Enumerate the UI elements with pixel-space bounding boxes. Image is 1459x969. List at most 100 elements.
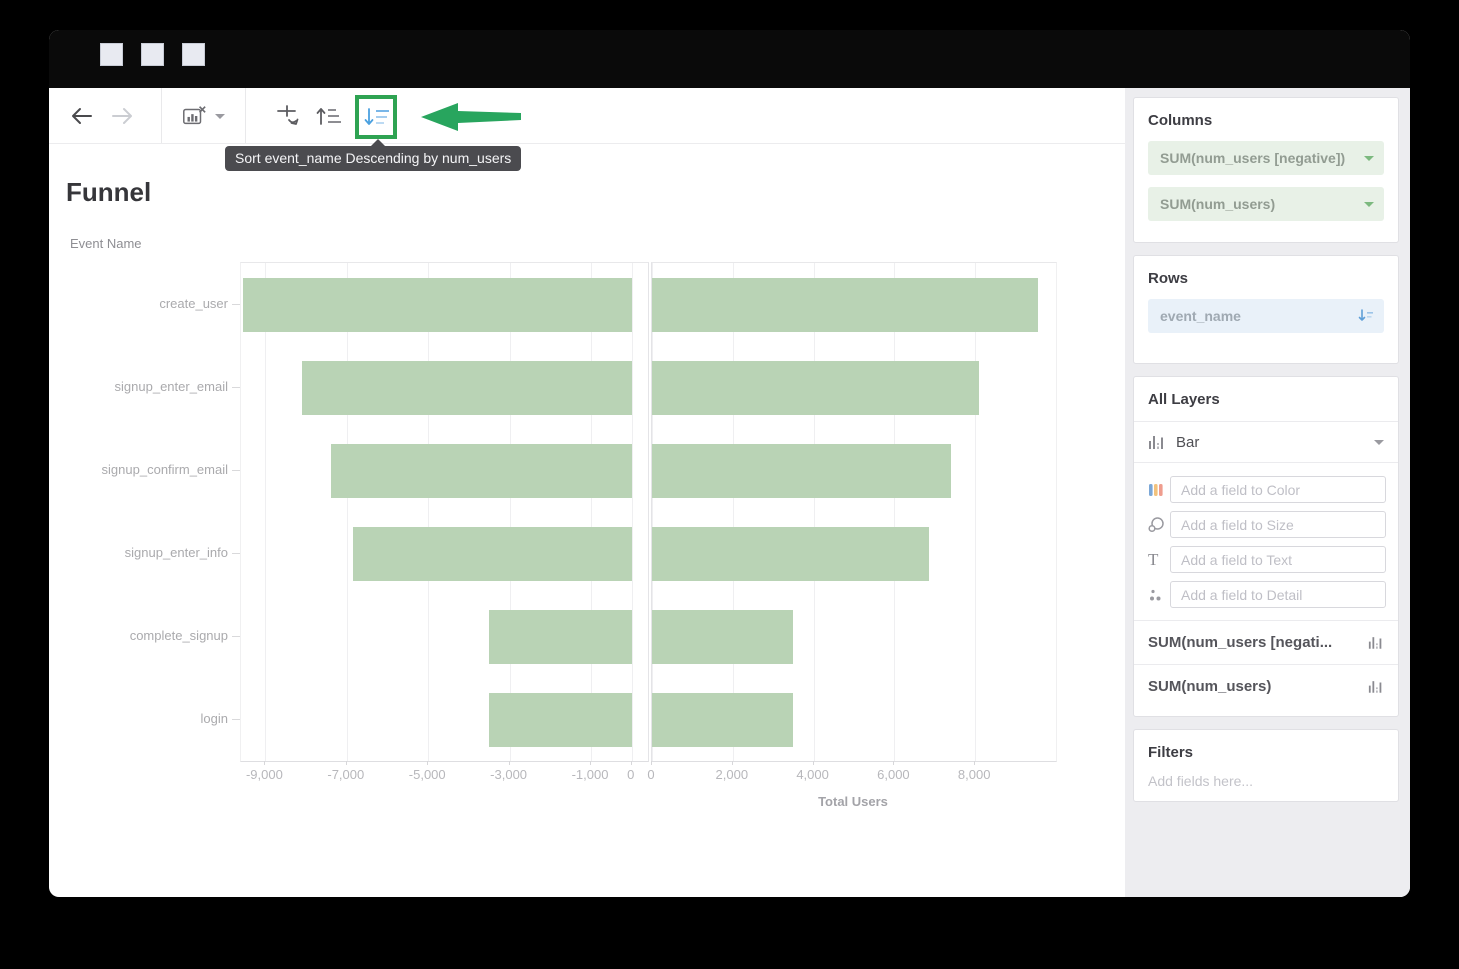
clear-sheet-icon [181,103,207,129]
bar-mark-signup_enter_info[interactable] [353,527,632,581]
filters-shelf: Filters Add fields here... [1133,729,1399,802]
x-axis-tick-mark [590,761,591,765]
pill-sum-num-users-negative[interactable]: SUM(num_users [negative]) [1148,141,1384,175]
x-axis-tick-label: -7,000 [327,767,364,782]
pill-label: event_name [1160,308,1241,324]
sort-tooltip: Sort event_name Descending by num_users [225,146,521,171]
bar-mark-signup_enter_email[interactable] [302,361,632,415]
chevron-down-icon[interactable] [1364,156,1374,161]
measure-label: SUM(num_users) [1148,678,1368,695]
gridline [265,263,266,761]
bar-mark-signup_enter_email[interactable] [652,361,979,415]
size-icon [1148,516,1170,533]
y-axis-tick [232,719,240,720]
detail-icon [1148,587,1170,603]
sort-ascending-icon [315,104,341,128]
x-axis-tick-label: -5,000 [409,767,446,782]
gridline [652,263,653,761]
color-field-row [1134,472,1398,507]
chevron-down-icon[interactable] [1374,440,1384,445]
text-field-input[interactable] [1170,546,1386,573]
forward-icon [109,103,135,129]
back-button[interactable] [69,103,95,129]
pill-event-name[interactable]: event_name [1148,299,1384,333]
swap-axes-icon [275,103,301,129]
bar-mark-create_user[interactable] [652,278,1038,332]
window-button-1[interactable] [100,43,123,66]
chevron-down-icon [215,114,225,119]
pane-right [651,262,1057,762]
x-axis-tick-mark [732,761,733,765]
rows-shelf: Rows event_name [1133,255,1399,364]
filters-placeholder[interactable]: Add fields here... [1134,761,1398,789]
x-axis-title: Total Users [818,794,888,809]
bar-mark-signup_enter_info[interactable] [652,527,929,581]
y-axis-tick [232,470,240,471]
gridline [894,263,895,761]
all-layers-panel: All Layers Bar [1133,376,1399,717]
funnel-chart: create_usersignup_enter_emailsignup_conf… [49,262,1059,842]
all-layers-title: All Layers [1134,377,1398,421]
rows-title: Rows [1134,256,1398,287]
bar-mark-create_user[interactable] [243,278,632,332]
x-axis-tick-mark [893,761,894,765]
bar-mark-login[interactable] [652,693,793,747]
filters-title: Filters [1134,730,1398,761]
bar-mark-login[interactable] [489,693,631,747]
size-field-row [1134,507,1398,542]
toolbar [49,88,1125,144]
window-button-2[interactable] [141,43,164,66]
bar-mark-complete_signup[interactable] [489,610,631,664]
columns-shelf: Columns SUM(num_users [negative]) SUM(nu… [1133,97,1399,243]
pill-sum-num-users[interactable]: SUM(num_users) [1148,187,1384,221]
swap-axes-button[interactable] [275,103,301,129]
row-header-label: Event Name [70,236,142,251]
x-axis-tick-mark [651,761,652,765]
gridline [591,263,592,761]
color-field-input[interactable] [1170,476,1386,503]
window-titlebar [49,30,1410,88]
bar-chart-icon [1368,679,1384,694]
detail-field-input[interactable] [1170,581,1386,608]
measure-row-negative[interactable]: SUM(num_users [negati... [1134,621,1398,664]
gridline [733,263,734,761]
sort-tooltip-text: Sort event_name Descending by num_users [235,150,511,166]
pill-label: SUM(num_users [negative]) [1160,150,1345,166]
sheet-title: Funnel [66,177,151,208]
columns-title: Columns [1134,98,1398,129]
detail-field-row [1134,577,1398,612]
x-axis-tick-label: 2,000 [716,767,749,782]
clear-sheet-caret[interactable] [213,103,227,129]
sort-descending-icon [363,105,389,129]
bar-mark-signup_confirm_email[interactable] [652,444,951,498]
y-axis-label: signup_enter_email [49,345,228,428]
y-axis-label: create_user [49,262,228,345]
gridline [510,263,511,761]
sort-ascending-button[interactable] [315,103,341,129]
text-field-row: T [1134,542,1398,577]
sidebar: Columns SUM(num_users [negative]) SUM(nu… [1125,88,1410,897]
forward-button[interactable] [109,103,135,129]
screenshot-root: Sort event_name Descending by num_users … [0,0,1459,969]
measure-row-positive[interactable]: SUM(num_users) [1134,665,1398,708]
layer-type-selector[interactable]: Bar [1134,422,1398,462]
chevron-down-icon[interactable] [1364,202,1374,207]
y-axis-label: login [49,677,228,760]
bar-mark-signup_confirm_email[interactable] [331,444,632,498]
y-axis-label: signup_confirm_email [49,428,228,511]
clear-sheet-button[interactable] [181,103,207,129]
x-axis-tick-label: 0 [627,767,634,782]
x-axis-tick-mark [264,761,265,765]
layer-type-label: Bar [1176,434,1374,451]
gridline [975,263,976,761]
annotation-arrow-icon [421,102,521,137]
y-axis-tick [232,636,240,637]
x-axis-tick-label: -3,000 [490,767,527,782]
size-field-input[interactable] [1170,511,1386,538]
y-axis-label: signup_enter_info [49,511,228,594]
window-button-3[interactable] [182,43,205,66]
x-axis-tick-label: -1,000 [572,767,609,782]
bar-chart-icon [1368,635,1384,650]
bar-mark-complete_signup[interactable] [652,610,793,664]
sort-descending-button[interactable] [355,95,397,139]
